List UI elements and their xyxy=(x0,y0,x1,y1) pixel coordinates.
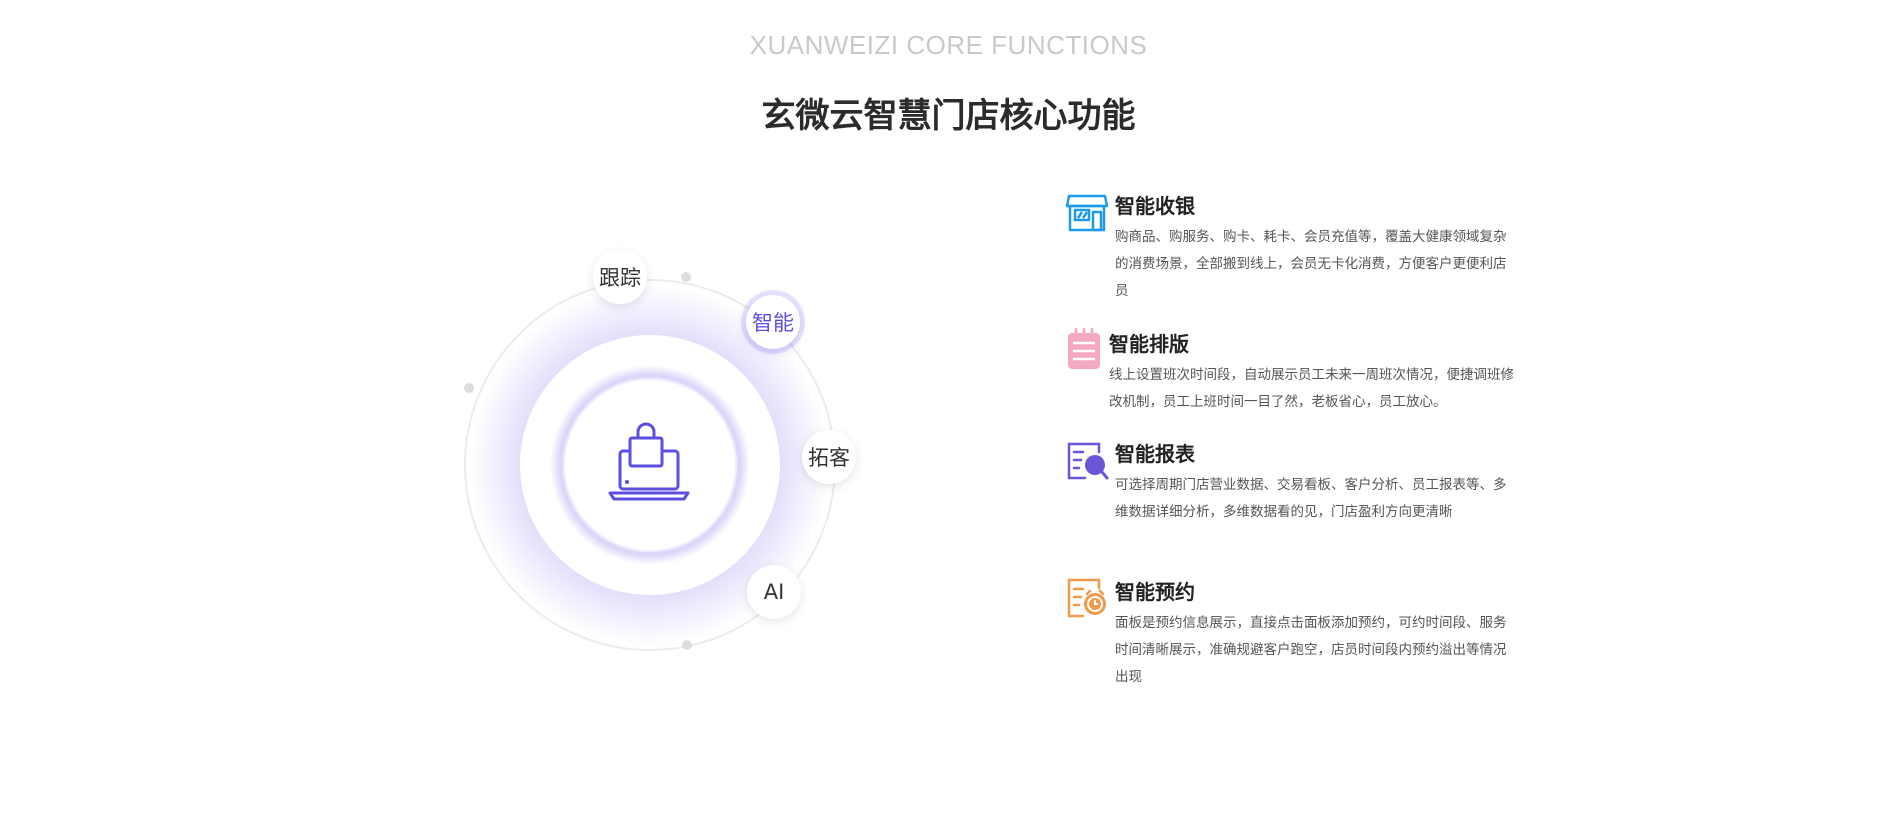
feature-desc: 面板是预约信息展示，直接点击面板添加预约，可约时间段、服务时间清晰展示，准确规避… xyxy=(1115,615,1507,685)
orbit-dot xyxy=(682,640,692,650)
orbit-dot xyxy=(464,383,474,393)
orbit-node-ai[interactable]: AI xyxy=(747,565,801,619)
feature-desc: 可选择周期门店营业数据、交易看板、客户分析、员工报表等、多维数据详细分析，多维数… xyxy=(1115,477,1507,520)
feature-desc: 线上设置班次时间段，自动展示员工未来一周班次情况，便捷调班修改机制，员工上班时间… xyxy=(1109,367,1514,410)
orbit-node-smart[interactable]: 智能 xyxy=(746,295,800,349)
feature-title: 智能排版 xyxy=(1109,332,1189,356)
appointment-clock-icon xyxy=(1067,578,1106,618)
section-title: 玄微云智慧门店核心功能 xyxy=(761,96,1136,136)
store-icon xyxy=(1065,194,1109,232)
section-subtitle: XUANWEIZI CORE FUNCTIONS xyxy=(749,30,1148,60)
feature-title: 智能预约 xyxy=(1115,580,1195,604)
orbit-node-acquisition[interactable]: 拓客 xyxy=(802,430,856,484)
feature-desc: 购商品、购服务、购卡、耗卡、会员充值等，覆盖大健康领域复杂的消费场景，全部搬到线… xyxy=(1115,229,1507,299)
orbit-dot xyxy=(681,272,691,282)
feature-title: 智能收银 xyxy=(1115,194,1195,218)
feature-title: 智能报表 xyxy=(1115,442,1195,466)
schedule-notepad-icon xyxy=(1068,328,1100,369)
orbit-diagram: 跟踪 智能 拓客 AI xyxy=(440,250,860,675)
orbit-node-tracking[interactable]: 跟踪 xyxy=(593,250,647,304)
report-search-icon xyxy=(1067,442,1109,480)
